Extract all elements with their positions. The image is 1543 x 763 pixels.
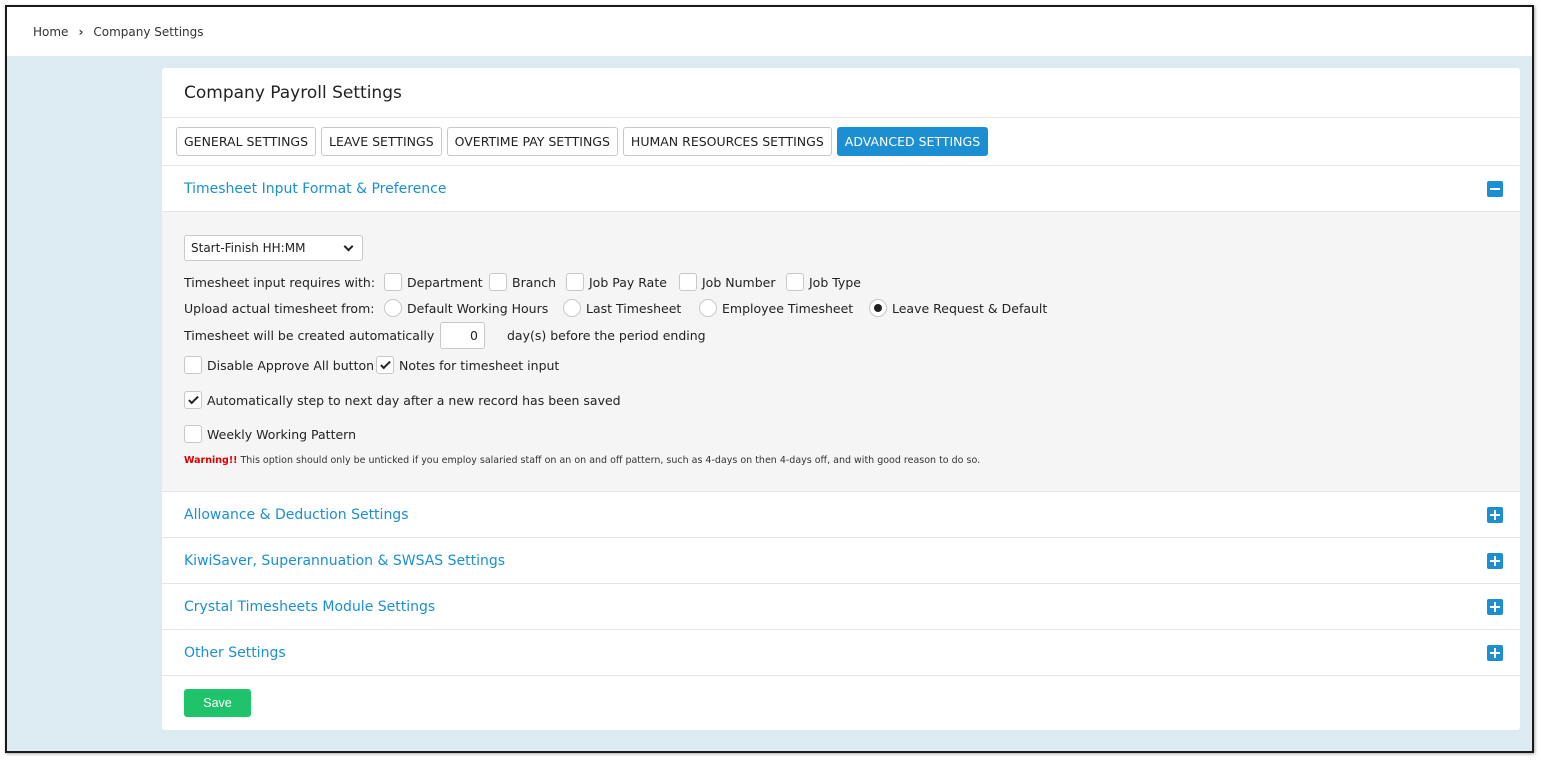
branch-checkbox[interactable]: [489, 273, 507, 291]
option-job-pay-rate[interactable]: Job Pay Rate: [566, 273, 679, 291]
plus-square-icon[interactable]: [1487, 506, 1503, 523]
disable-approve-all-checkbox[interactable]: [184, 356, 202, 374]
department-checkbox[interactable]: [384, 273, 402, 291]
upload-row: Upload actual timesheet from: Default Wo…: [184, 299, 1047, 317]
default-working-hours-label: Default Working Hours: [407, 300, 549, 316]
section-title-other-settings: Other Settings: [184, 644, 286, 661]
section-header-timesheet[interactable]: Timesheet Input Format & Preference: [162, 166, 1520, 212]
job-number-checkbox[interactable]: [679, 273, 697, 291]
settings-card: Company Payroll Settings GENERAL SETTING…: [162, 68, 1520, 730]
section-title-kiwisaver: KiwiSaver, Superannuation & SWSAS Settin…: [184, 552, 506, 569]
notes-input-checkbox[interactable]: [376, 356, 394, 374]
option-job-type[interactable]: Job Type: [786, 273, 861, 291]
warning-prefix: Warning!!: [184, 455, 238, 466]
tab-general-settings[interactable]: GENERAL SETTINGS: [176, 127, 317, 156]
warning-note: Warning!! This option should only be unt…: [184, 455, 980, 466]
section-title-crystal-timesheets: Crystal Timesheets Module Settings: [184, 598, 436, 615]
breadcrumb: Home › Company Settings: [7, 7, 1532, 56]
job-pay-rate-label: Job Pay Rate: [589, 274, 667, 290]
auto-create-days-input[interactable]: 0: [440, 322, 485, 349]
section-header-allowance-deduction[interactable]: Allowance & Deduction Settings: [162, 492, 1520, 538]
option-branch[interactable]: Branch: [489, 273, 566, 291]
section-header-other-settings[interactable]: Other Settings: [162, 630, 1520, 676]
department-label: Department: [407, 274, 483, 290]
breadcrumb-current: Company Settings: [93, 24, 204, 39]
job-type-checkbox[interactable]: [786, 273, 804, 291]
auto-step-row: Automatically step to next day after a n…: [184, 391, 621, 409]
auto-create-row: Timesheet will be created automatically …: [184, 322, 706, 349]
option-disable-approve-all[interactable]: Disable Approve All button: [184, 356, 376, 374]
section-title-timesheet: Timesheet Input Format & Preference: [184, 180, 447, 197]
auto-step-label: Automatically step to next day after a n…: [207, 392, 621, 408]
last-timesheet-radio[interactable]: [563, 299, 581, 317]
upload-label: Upload actual timesheet from:: [184, 300, 375, 316]
section-header-crystal-timesheets[interactable]: Crystal Timesheets Module Settings: [162, 584, 1520, 630]
tab-leave-settings[interactable]: LEAVE SETTINGS: [321, 127, 442, 156]
auto-create-label: Timesheet will be created automatically: [184, 328, 435, 343]
employee-timesheet-radio[interactable]: [699, 299, 717, 317]
settings-tabs: GENERAL SETTINGS LEAVE SETTINGS OVERTIME…: [162, 118, 1520, 166]
weekly-pattern-checkbox[interactable]: [184, 425, 202, 443]
section-title-allowance-deduction: Allowance & Deduction Settings: [184, 506, 409, 523]
breadcrumb-home-link[interactable]: Home: [33, 25, 68, 39]
section-body-timesheet: Start-Finish HH:MM Timesheet input requi…: [162, 212, 1520, 492]
chevron-right-icon: ›: [78, 24, 84, 39]
job-pay-rate-checkbox[interactable]: [566, 273, 584, 291]
timesheet-format-select[interactable]: Start-Finish HH:MM: [184, 235, 363, 261]
option-weekly-pattern[interactable]: Weekly Working Pattern: [184, 425, 356, 443]
branch-label: Branch: [512, 274, 557, 290]
leave-request-default-label: Leave Request & Default: [892, 300, 1048, 316]
leave-request-default-radio[interactable]: [869, 299, 887, 317]
job-type-label: Job Type: [809, 274, 861, 290]
minus-square-icon[interactable]: [1487, 180, 1503, 197]
requires-row: Timesheet input requires with: Departmen…: [184, 273, 861, 291]
option-leave-request-default[interactable]: Leave Request & Default: [869, 299, 1047, 317]
section-header-kiwisaver[interactable]: KiwiSaver, Superannuation & SWSAS Settin…: [162, 538, 1520, 584]
option-auto-step[interactable]: Automatically step to next day after a n…: [184, 391, 621, 409]
option-job-number[interactable]: Job Number: [679, 273, 786, 291]
option-notes-input[interactable]: Notes for timesheet input: [376, 356, 559, 374]
option-default-working-hours[interactable]: Default Working Hours: [384, 299, 563, 317]
save-button[interactable]: Save: [184, 689, 251, 717]
option-last-timesheet[interactable]: Last Timesheet: [563, 299, 699, 317]
auto-step-checkbox[interactable]: [184, 391, 202, 409]
timesheet-format-value: Start-Finish HH:MM: [191, 241, 306, 255]
default-working-hours-radio[interactable]: [384, 299, 402, 317]
requires-label: Timesheet input requires with:: [184, 274, 376, 290]
notes-input-label: Notes for timesheet input: [399, 357, 560, 373]
plus-square-icon[interactable]: [1487, 552, 1503, 569]
approve-notes-row: Disable Approve All button Notes for tim…: [184, 356, 559, 374]
weekly-pattern-label: Weekly Working Pattern: [207, 426, 357, 442]
app-window: Home › Company Settings Company Payroll …: [5, 5, 1534, 753]
tab-advanced-settings[interactable]: ADVANCED SETTINGS: [836, 127, 989, 156]
auto-create-suffix: day(s) before the period ending: [507, 328, 706, 343]
weekly-pattern-row: Weekly Working Pattern: [184, 425, 356, 443]
chevron-down-icon: [343, 241, 354, 251]
option-department[interactable]: Department: [384, 273, 489, 291]
job-number-label: Job Number: [702, 274, 776, 290]
employee-timesheet-label: Employee Timesheet: [722, 300, 854, 316]
plus-square-icon[interactable]: [1487, 598, 1503, 615]
last-timesheet-label: Last Timesheet: [586, 300, 682, 316]
plus-square-icon[interactable]: [1487, 644, 1503, 661]
disable-approve-all-label: Disable Approve All button: [207, 357, 375, 373]
tab-human-resources-settings[interactable]: HUMAN RESOURCES SETTINGS: [622, 127, 832, 156]
warning-text: This option should only be unticked if y…: [237, 455, 981, 466]
tab-overtime-pay-settings[interactable]: OVERTIME PAY SETTINGS: [446, 127, 618, 156]
page-title: Company Payroll Settings: [162, 68, 1520, 118]
option-employee-timesheet[interactable]: Employee Timesheet: [699, 299, 869, 317]
